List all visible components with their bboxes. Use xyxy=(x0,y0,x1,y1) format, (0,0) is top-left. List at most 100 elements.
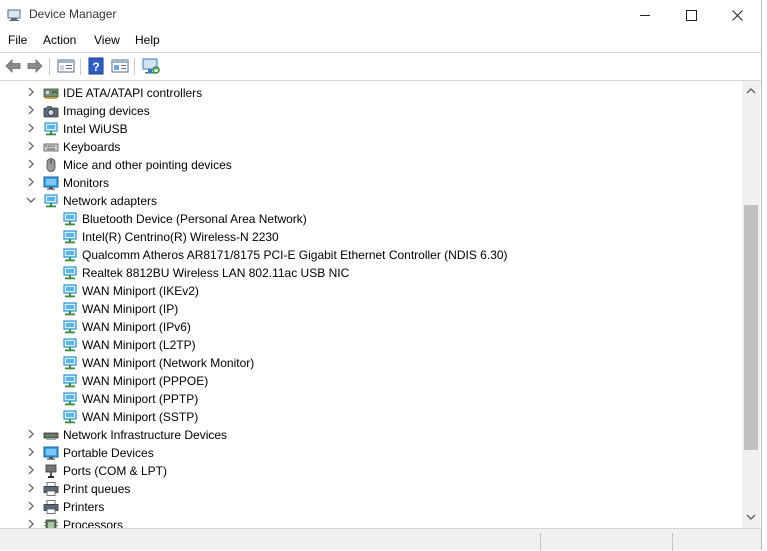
device-tree[interactable]: IDE ATA/ATAPI controllers Imaging devices… xyxy=(0,81,741,528)
maximize-icon xyxy=(685,9,697,21)
tree-device-row[interactable]: Bluetooth Device (Personal Area Network) xyxy=(0,210,700,228)
chevron-right-icon[interactable] xyxy=(25,86,37,98)
menu-view[interactable]: View xyxy=(94,33,120,47)
window-title: Device Manager xyxy=(29,7,117,21)
tree-category-row[interactable]: Imaging devices xyxy=(0,102,700,120)
monitor-icon xyxy=(43,445,59,461)
scan-hardware-icon[interactable] xyxy=(141,56,161,76)
tree-item-label: Imaging devices xyxy=(63,104,150,118)
tree-category-row[interactable]: Print queues xyxy=(0,480,700,498)
network-icon xyxy=(62,355,78,371)
minimize-icon xyxy=(640,14,650,16)
tree-category-row[interactable]: Printers xyxy=(0,498,700,516)
properties-icon[interactable] xyxy=(56,56,76,76)
chevron-down-icon[interactable] xyxy=(25,194,37,206)
tree-item-label: Printers xyxy=(63,500,105,514)
tree-device-row[interactable]: WAN Miniport (L2TP) xyxy=(0,336,700,354)
status-pane-divider xyxy=(672,533,673,551)
mouse-icon xyxy=(43,157,59,173)
tree-item-label: WAN Miniport (Network Monitor) xyxy=(82,356,255,370)
network-icon xyxy=(62,247,78,263)
tree-device-row[interactable]: Intel(R) Centrino(R) Wireless-N 2230 xyxy=(0,228,700,246)
menu-file[interactable]: File xyxy=(8,33,27,47)
forward-arrow-icon[interactable] xyxy=(25,56,45,76)
chevron-right-icon[interactable] xyxy=(25,140,37,152)
background-window-edge xyxy=(762,0,767,550)
chevron-right-icon[interactable] xyxy=(25,122,37,134)
keyboard-icon xyxy=(43,139,59,155)
network-icon xyxy=(62,229,78,245)
scroll-down-arrow-icon[interactable] xyxy=(746,513,756,521)
network-icon xyxy=(62,319,78,335)
svg-text:?: ? xyxy=(92,60,99,74)
close-button[interactable] xyxy=(714,0,760,30)
menu-bar: File Action View Help xyxy=(0,30,761,52)
chevron-right-icon[interactable] xyxy=(25,464,37,476)
menu-action[interactable]: Action xyxy=(43,33,76,47)
tree-category-row[interactable]: Monitors xyxy=(0,174,700,192)
tree-category-row[interactable]: Network adapters xyxy=(0,192,700,210)
tree-item-label: Print queues xyxy=(63,482,131,496)
toolbar-divider xyxy=(49,58,50,75)
tree-item-label: WAN Miniport (L2TP) xyxy=(82,338,196,352)
network-icon xyxy=(43,193,59,209)
menu-help[interactable]: Help xyxy=(135,33,160,47)
tree-item-label: Mice and other pointing devices xyxy=(63,158,232,172)
maximize-button[interactable] xyxy=(668,0,714,30)
tree-category-row[interactable]: Mice and other pointing devices xyxy=(0,156,700,174)
status-bar xyxy=(0,528,761,551)
update-driver-icon[interactable] xyxy=(110,56,130,76)
chevron-right-icon[interactable] xyxy=(25,518,37,528)
tree-item-label: WAN Miniport (IKEv2) xyxy=(82,284,199,298)
vertical-scrollbar[interactable] xyxy=(742,81,760,528)
back-arrow-icon[interactable] xyxy=(3,56,23,76)
chevron-right-icon[interactable] xyxy=(25,428,37,440)
help-icon[interactable]: ? xyxy=(86,56,106,76)
minimize-button[interactable] xyxy=(622,0,668,30)
tree-item-label: Intel(R) Centrino(R) Wireless-N 2230 xyxy=(82,230,279,244)
tree-item-label: WAN Miniport (IP) xyxy=(82,302,179,316)
chevron-right-icon[interactable] xyxy=(25,482,37,494)
tree-category-row[interactable]: Network Infrastructure Devices xyxy=(0,426,700,444)
tree-category-row[interactable]: Ports (COM & LPT) xyxy=(0,462,700,480)
network-icon xyxy=(43,121,59,137)
tree-item-label: Monitors xyxy=(63,176,110,190)
tree-device-row[interactable]: WAN Miniport (IKEv2) xyxy=(0,282,700,300)
tree-category-row[interactable]: Keyboards xyxy=(0,138,700,156)
device-manager-app-icon xyxy=(7,9,21,21)
close-icon xyxy=(731,9,743,21)
toolbar: ? xyxy=(0,53,761,80)
tree-device-row[interactable]: WAN Miniport (IPv6) xyxy=(0,318,700,336)
tree-device-row[interactable]: WAN Miniport (PPTP) xyxy=(0,390,700,408)
tree-item-label: Keyboards xyxy=(63,140,121,154)
printer-icon xyxy=(43,499,59,515)
tree-device-row[interactable]: WAN Miniport (Network Monitor) xyxy=(0,354,700,372)
tree-item-label: IDE ATA/ATAPI controllers xyxy=(63,86,203,100)
chevron-right-icon[interactable] xyxy=(25,500,37,512)
tree-device-row[interactable]: WAN Miniport (PPPOE) xyxy=(0,372,700,390)
scrollbar-thumb[interactable] xyxy=(744,205,758,450)
chevron-right-icon[interactable] xyxy=(25,176,37,188)
printer-icon xyxy=(43,481,59,497)
tree-item-label: WAN Miniport (PPTP) xyxy=(82,392,199,406)
network-icon xyxy=(62,283,78,299)
tree-device-row[interactable]: WAN Miniport (SSTP) xyxy=(0,408,700,426)
tree-device-row[interactable]: Realtek 8812BU Wireless LAN 802.11ac USB… xyxy=(0,264,700,282)
ide-controller-icon xyxy=(43,85,59,101)
title-bar[interactable]: Device Manager xyxy=(0,0,761,30)
scroll-up-arrow-icon[interactable] xyxy=(746,87,756,95)
network-icon xyxy=(62,211,78,227)
tree-item-label: WAN Miniport (SSTP) xyxy=(82,410,199,424)
tree-category-row[interactable]: Processors xyxy=(0,516,700,528)
tree-device-row[interactable]: Qualcomm Atheros AR8171/8175 PCI-E Gigab… xyxy=(0,246,700,264)
tree-category-row[interactable]: IDE ATA/ATAPI controllers xyxy=(0,84,700,102)
toolbar-divider xyxy=(134,58,135,75)
chevron-right-icon[interactable] xyxy=(25,446,37,458)
chevron-right-icon[interactable] xyxy=(25,104,37,116)
tree-category-row[interactable]: Intel WiUSB xyxy=(0,120,700,138)
tree-device-row[interactable]: WAN Miniport (IP) xyxy=(0,300,700,318)
camera-icon xyxy=(43,103,59,119)
tree-category-row[interactable]: Portable Devices xyxy=(0,444,700,462)
chevron-right-icon[interactable] xyxy=(25,158,37,170)
tree-item-label: Qualcomm Atheros AR8171/8175 PCI-E Gigab… xyxy=(82,248,508,262)
